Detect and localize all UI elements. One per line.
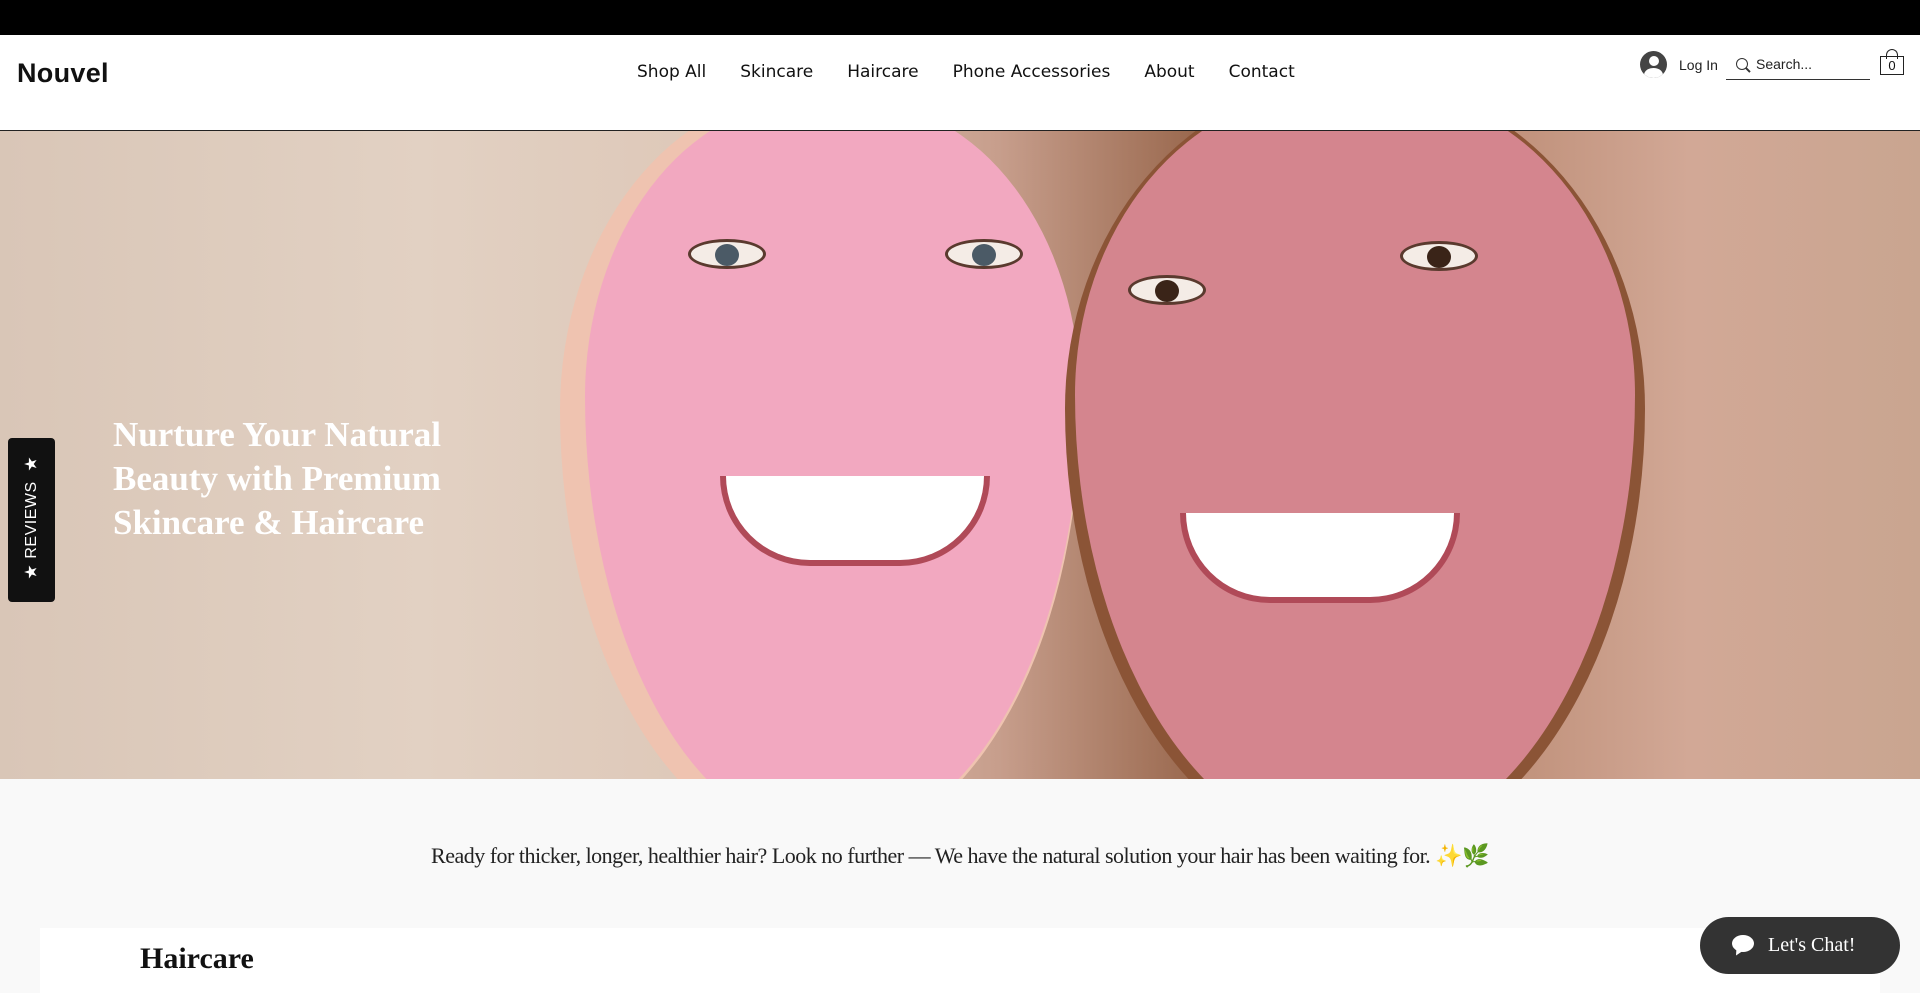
- chat-button[interactable]: Let's Chat!: [1700, 917, 1900, 974]
- nav-item-phone-accessories[interactable]: Phone Accessories: [936, 62, 1128, 82]
- login-button[interactable]: Log In: [1640, 51, 1718, 78]
- search-input[interactable]: [1756, 55, 1864, 72]
- nav-item-haircare[interactable]: Haircare: [830, 62, 935, 82]
- nav-item-shop-all[interactable]: Shop All: [620, 62, 723, 82]
- site-logo[interactable]: Nouvel: [17, 58, 109, 89]
- hero-image-eye: [1400, 241, 1478, 271]
- nav-item-about[interactable]: About: [1127, 62, 1211, 82]
- tagline: Ready for thicker, longer, healthier hai…: [431, 843, 1489, 868]
- haircare-section: Haircare: [40, 928, 1880, 993]
- announcement-bar: [0, 0, 1920, 35]
- login-label: Log In: [1679, 56, 1718, 73]
- main-nav: Shop All Skincare Haircare Phone Accesso…: [620, 62, 1312, 82]
- nav-item-skincare[interactable]: Skincare: [723, 62, 830, 82]
- site-header: Nouvel Shop All Skincare Haircare Phone …: [0, 35, 1920, 131]
- hero-image-eye: [945, 239, 1023, 269]
- star-icon: ★: [21, 564, 41, 580]
- nav-item-contact[interactable]: Contact: [1212, 62, 1312, 82]
- reviews-label: REVIEWS: [23, 481, 40, 559]
- hero-banner: Nurture Your Natural Beauty with Premium…: [0, 131, 1920, 779]
- hero-image-mask-right: [1075, 131, 1635, 779]
- reviews-tab[interactable]: ★ REVIEWS ★: [8, 438, 55, 602]
- hero-image-mask-left: [585, 131, 1080, 779]
- section-title: Haircare: [140, 942, 254, 975]
- chat-bubble-icon: [1732, 934, 1756, 957]
- avatar-icon: [1640, 51, 1667, 78]
- search-box: [1726, 48, 1870, 80]
- hero-image-eye: [1128, 275, 1206, 305]
- cart-button[interactable]: 0: [1880, 48, 1904, 76]
- hero-heading: Nurture Your Natural Beauty with Premium…: [113, 415, 441, 542]
- cart-count: 0: [1888, 58, 1896, 73]
- search-icon[interactable]: [1736, 57, 1748, 70]
- chat-label: Let's Chat!: [1768, 934, 1856, 956]
- hero-image-eye: [688, 239, 766, 269]
